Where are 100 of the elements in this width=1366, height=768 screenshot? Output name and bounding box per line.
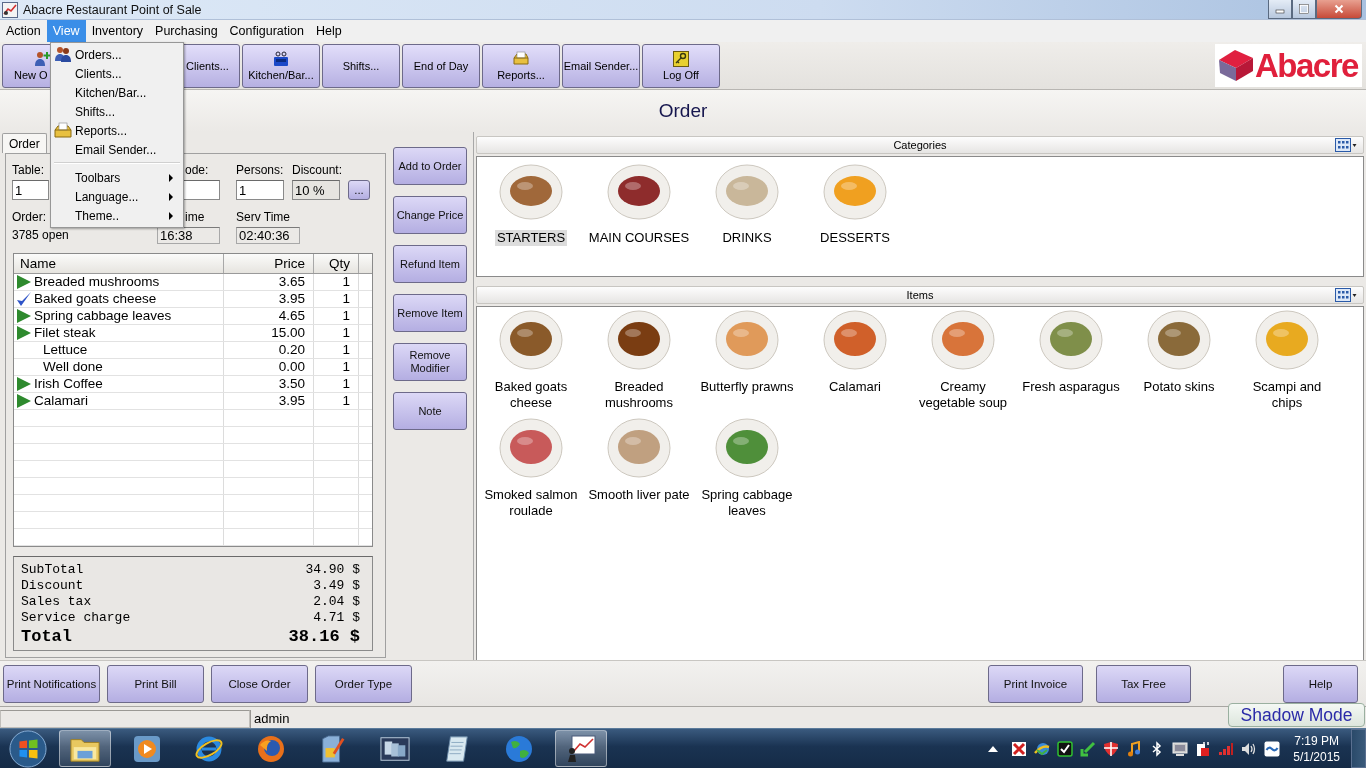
column-header[interactable]: Price	[224, 254, 314, 273]
shadow-mode-badge: Shadow Mode	[1228, 703, 1365, 727]
total-value: 38.16 $	[288, 626, 360, 648]
checkbox-icon[interactable]	[1057, 740, 1074, 757]
grid-view-icon[interactable]	[1335, 288, 1357, 302]
total-label: SubTotal	[21, 562, 84, 578]
action-button[interactable]: Refund Item	[393, 245, 467, 283]
table-cell: Breaded mushrooms	[34, 274, 160, 290]
food-photo	[715, 164, 779, 220]
menu-item[interactable]: Configuration	[223, 20, 310, 42]
toolbar-button[interactable]: Reports...	[482, 43, 560, 88]
wave-tile-icon[interactable]	[1264, 740, 1281, 757]
category-tile[interactable]: DESSERTS	[801, 157, 909, 269]
food-photo	[823, 310, 887, 370]
menu-item-tile[interactable]: Fresh asparagus	[1017, 307, 1125, 415]
table-cell: Lettuce	[43, 342, 88, 358]
swoosh-globe-icon[interactable]	[1034, 740, 1051, 757]
bottom-button[interactable]: Print Notifications	[3, 665, 100, 703]
menu-option[interactable]: Reports...	[53, 121, 181, 140]
action-button[interactable]: Change Price	[393, 196, 467, 234]
menu-option[interactable]: Theme..	[53, 206, 181, 225]
start-orb-icon[interactable]	[9, 729, 47, 768]
menu-option[interactable]: Language...	[53, 187, 181, 206]
menu-item-tile[interactable]: Butterfly prawns	[693, 307, 801, 415]
bottom-button[interactable]: Print Bill	[107, 665, 204, 703]
field-label: ime	[185, 210, 205, 224]
toolbar-button[interactable]: End of Day	[402, 43, 480, 88]
table-cell: 15.00	[224, 325, 314, 341]
column-header[interactable]: Name	[14, 254, 224, 273]
toolbar-button[interactable]: Log Off	[642, 43, 720, 88]
action-button[interactable]: Add to Order	[393, 147, 467, 185]
action-button[interactable]: Remove Modifier	[393, 343, 467, 381]
action-button[interactable]: Remove Item	[393, 294, 467, 332]
table-cell: Calamari	[34, 393, 88, 409]
monitor-icon[interactable]	[1172, 740, 1189, 757]
readonly-field: 02:40:36	[236, 227, 300, 244]
menu-option[interactable]: Shifts...	[53, 102, 181, 121]
chart-icon	[566, 734, 596, 763]
minimize-button[interactable]	[1268, 0, 1292, 19]
taskbar-app-button[interactable]	[555, 730, 607, 767]
menu-item-tile[interactable]: Breaded mushrooms	[585, 307, 693, 415]
cross-mark-icon[interactable]	[1011, 740, 1028, 757]
caret-up-icon[interactable]	[988, 745, 999, 752]
toolbar-button[interactable]: Shifts...	[322, 43, 400, 88]
arrow-icon[interactable]	[1080, 740, 1097, 757]
menu-item[interactable]: Action	[0, 20, 47, 42]
menu-option[interactable]: Email Sender...	[53, 140, 181, 159]
menu-item-tile[interactable]: Baked goats cheese	[477, 307, 585, 415]
menu-item-tile[interactable]: Potato skins	[1125, 307, 1233, 415]
category-tile[interactable]: DRINKS	[693, 157, 801, 269]
panel-title: Categories	[893, 139, 947, 151]
bottom-button[interactable]: Tax Free	[1096, 665, 1191, 703]
toolbar-button[interactable]: Kitchen/Bar...	[242, 43, 320, 88]
menu-option[interactable]: Toolbars	[53, 168, 181, 187]
more-button[interactable]: ...	[348, 180, 370, 200]
file-box-icon	[513, 50, 529, 67]
food-photo	[607, 164, 671, 220]
toolbar-button[interactable]: Email Sender...	[562, 43, 640, 88]
bottom-button[interactable]: Print Invoice	[988, 665, 1083, 703]
table-cell: 3.95	[224, 291, 314, 307]
total-value: 2.04 $	[313, 594, 360, 610]
music-note-icon[interactable]	[1126, 740, 1143, 757]
signal-bars-icon[interactable]	[1218, 740, 1235, 757]
menu-item-tile[interactable]: Creamy vegetable soup	[909, 307, 1017, 415]
clock-date[interactable]: 5/1/2015	[1293, 748, 1340, 765]
menu-item-tile[interactable]: Calamari	[801, 307, 909, 415]
shield-icon[interactable]	[1103, 740, 1120, 757]
total-value: 34.90 $	[305, 562, 360, 578]
help-button[interactable]: Help	[1283, 665, 1358, 703]
bottom-button[interactable]: Close Order	[211, 665, 308, 703]
menu-item-tile[interactable]: Smooth liver pate	[585, 415, 693, 523]
grid-view-icon[interactable]	[1335, 138, 1357, 152]
device-icon[interactable]	[1195, 740, 1212, 757]
bottom-button[interactable]: Order Type	[315, 665, 412, 703]
input-field[interactable]: 1	[236, 180, 284, 200]
action-button[interactable]: Note	[393, 392, 467, 430]
menu-item[interactable]: Help	[309, 20, 348, 42]
play-icon	[132, 734, 162, 763]
menu-item[interactable]: Purchasing	[149, 20, 224, 42]
window-title: Abacre Restaurant Point of Sale	[23, 2, 202, 17]
clock-time[interactable]: 7:19 PM	[1294, 732, 1339, 749]
submenu-arrow-icon	[169, 192, 173, 201]
category-tile[interactable]: STARTERS	[477, 157, 585, 269]
column-header[interactable]: Qty	[314, 254, 359, 273]
orbit-icon	[194, 734, 224, 763]
maximize-button[interactable]	[1292, 0, 1316, 19]
menu-item-tile[interactable]: Spring cabbage leaves	[693, 415, 801, 523]
close-button[interactable]	[1316, 0, 1362, 19]
field-label: Order:	[12, 210, 46, 224]
input-field[interactable]: 1	[12, 180, 49, 200]
tab[interactable]: Order	[2, 133, 47, 153]
menu-item-tile[interactable]: Smoked salmon roulade	[477, 415, 585, 523]
menu-item[interactable]: Inventory	[85, 20, 150, 42]
taskbar-app-button[interactable]	[59, 730, 111, 767]
menu-item-tile[interactable]: Scampi and chips	[1233, 307, 1341, 415]
category-tile[interactable]: MAIN COURSES	[585, 157, 693, 269]
total-label: Sales tax	[21, 594, 92, 610]
food-photo	[1039, 310, 1103, 370]
table-cell: 3.50	[224, 376, 314, 392]
field-label: ode:	[185, 163, 209, 177]
